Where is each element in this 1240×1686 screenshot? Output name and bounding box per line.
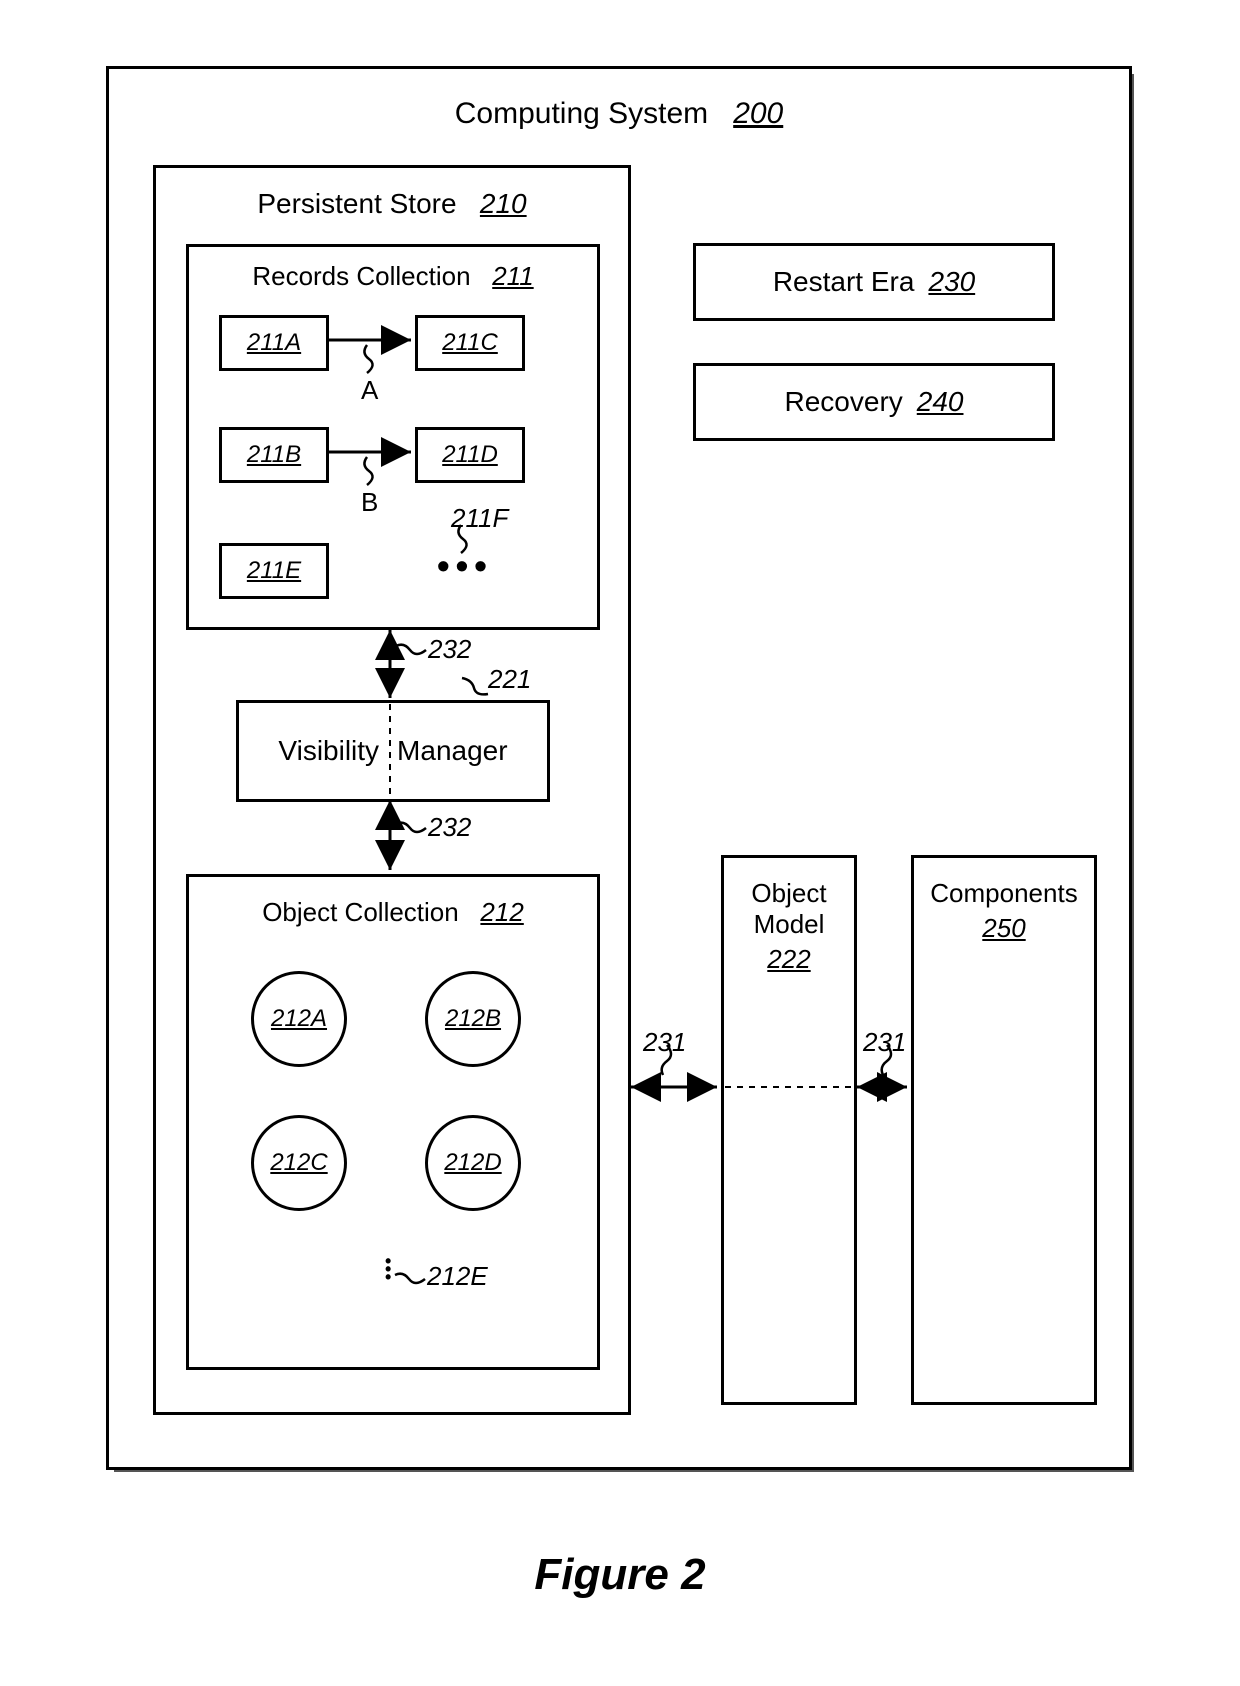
computing-system-box: Computing System 200 Persistent Store 21… [106, 66, 1132, 1470]
horiz-arrow-right-label: 231 [863, 1027, 906, 1058]
horizontal-arrows [109, 69, 1129, 1467]
horiz-arrow-left-label: 231 [643, 1027, 686, 1058]
figure-caption: Figure 2 [0, 1550, 1240, 1600]
